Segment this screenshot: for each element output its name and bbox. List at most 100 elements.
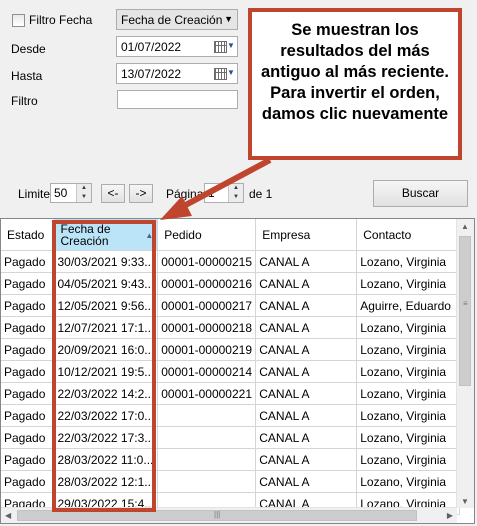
cell-pedido[interactable] [157,448,257,471]
calendar-dropdown-button[interactable]: ▼ [214,40,235,54]
horizontal-scrollbar[interactable]: ◀ ||| ▶ [1,507,457,523]
cell-contacto[interactable]: Lozano, Virginia [356,404,461,427]
column-header-pedido[interactable]: Pedido [157,219,257,251]
cell-contacto[interactable]: Lozano, Virginia [356,448,461,471]
limite-stepper[interactable]: 50 ▲ ▼ [50,183,92,203]
cell-fecha[interactable]: 22/03/2022 17:0... [54,404,159,427]
column-header-empresa[interactable]: Empresa [255,219,358,251]
cell-pedido[interactable] [157,404,257,427]
cell-contacto[interactable]: Lozano, Virginia [356,338,461,361]
cell-pedido[interactable]: 00001-00000214 [157,360,257,383]
vertical-scroll-thumb[interactable]: ≡ [459,236,471,386]
column-header-fecha-creacion[interactable]: Fecha de Creación ▲ [54,219,159,251]
pagina-stepper[interactable]: 1 ▲ ▼ [204,183,244,203]
table-row[interactable]: Pagado 12/07/2021 17:1... 00001-00000218 CA… [1,316,461,339]
column-header-estado[interactable]: Estado [1,219,55,251]
cell-contacto[interactable]: Lozano, Virginia [356,316,461,339]
cell-fecha[interactable]: 28/03/2022 12:1... [54,470,159,493]
cell-fecha[interactable]: 10/12/2021 19:5... [54,360,159,383]
filtro-input[interactable] [117,90,238,109]
filtro-fecha-checkbox[interactable] [12,14,25,27]
cell-empresa[interactable]: CANAL A [255,426,358,449]
cell-pedido[interactable]: 00001-00000217 [157,294,257,317]
desde-date-picker[interactable]: 01/07/2022 ▼ [116,36,238,57]
filtro-label: Filtro [11,94,38,108]
cell-empresa[interactable]: CANAL A [255,360,358,383]
cell-fecha[interactable]: 22/03/2022 14:2... [54,382,159,405]
prev-page-button[interactable]: <- [101,184,125,203]
cell-contacto[interactable]: Lozano, Virginia [356,470,461,493]
stepper-buttons[interactable]: ▲ ▼ [76,184,91,202]
cell-empresa[interactable]: CANAL A [255,272,358,295]
cell-contacto[interactable]: Lozano, Virginia [356,360,461,383]
calendar-dropdown-button[interactable]: ▼ [214,67,235,81]
cell-empresa[interactable]: CANAL A [255,448,358,471]
table-row[interactable]: Pagado 28/03/2022 12:1... CANAL A Lozano, V… [1,470,461,493]
table-row[interactable]: Pagado 10/12/2021 19:5... 00001-00000214 CA… [1,360,461,383]
grip-icon: ≡ [463,299,468,308]
cell-estado[interactable]: Pagado [1,316,55,339]
hasta-date-picker[interactable]: 13/07/2022 ▼ [116,63,238,84]
cell-estado[interactable]: Pagado [1,360,55,383]
cell-fecha[interactable]: 12/05/2021 9:56... [54,294,159,317]
cell-contacto[interactable]: Lozano, Virginia [356,272,461,295]
horizontal-scroll-thumb[interactable]: ||| [17,510,417,521]
chevron-down-icon[interactable]: ▼ [229,193,243,202]
cell-fecha[interactable]: 12/07/2021 17:1... [54,316,159,339]
cell-estado[interactable]: Pagado [1,470,55,493]
column-header-contacto[interactable]: Contacto [356,219,461,251]
cell-estado[interactable]: Pagado [1,250,55,273]
cell-estado[interactable]: Pagado [1,426,55,449]
cell-contacto[interactable]: Lozano, Virginia [356,426,461,449]
cell-estado[interactable]: Pagado [1,448,55,471]
table-row[interactable]: Pagado 28/03/2022 11:0... CANAL A Lozano, V… [1,448,461,471]
scroll-up-icon[interactable]: ▲ [461,222,469,231]
cell-pedido[interactable] [157,426,257,449]
cell-fecha[interactable]: 30/03/2021 9:33... [54,250,159,273]
scroll-right-icon[interactable]: ▶ [447,511,453,520]
cell-contacto[interactable]: Lozano, Virginia [356,250,461,273]
table-row[interactable]: Pagado 22/03/2022 17:0... CANAL A Lozano, V… [1,404,461,427]
scroll-down-icon[interactable]: ▼ [461,497,469,506]
table-row[interactable]: Pagado 22/03/2022 17:3... CANAL A Lozano, V… [1,426,461,449]
cell-estado[interactable]: Pagado [1,272,55,295]
cell-empresa[interactable]: CANAL A [255,382,358,405]
cell-estado[interactable]: Pagado [1,338,55,361]
stepper-buttons[interactable]: ▲ ▼ [228,184,243,202]
cell-empresa[interactable]: CANAL A [255,316,358,339]
vertical-scrollbar[interactable]: ▲ ≡ ▼ [456,219,474,508]
cell-fecha[interactable]: 22/03/2022 17:3... [54,426,159,449]
cell-contacto[interactable]: Aguirre, Eduardo [356,294,461,317]
cell-pedido[interactable]: 00001-00000219 [157,338,257,361]
cell-empresa[interactable]: CANAL A [255,338,358,361]
cell-pedido[interactable]: 00001-00000221 [157,382,257,405]
cell-pedido[interactable]: 00001-00000218 [157,316,257,339]
cell-pedido[interactable]: 00001-00000216 [157,272,257,295]
cell-empresa[interactable]: CANAL A [255,294,358,317]
chevron-down-icon[interactable]: ▼ [77,193,91,202]
next-page-button[interactable]: -> [129,184,153,203]
cell-estado[interactable]: Pagado [1,294,55,317]
cell-fecha[interactable]: 04/05/2021 9:43... [54,272,159,295]
table-row[interactable]: Pagado 12/05/2021 9:56... 00001-00000217 CA… [1,294,461,317]
cell-pedido[interactable] [157,470,257,493]
chevron-up-icon[interactable]: ▲ [77,184,91,193]
cell-estado[interactable]: Pagado [1,404,55,427]
cell-empresa[interactable]: CANAL A [255,470,358,493]
table-row[interactable]: Pagado 20/09/2021 16:0... 00001-00000219 CA… [1,338,461,361]
results-grid[interactable]: Estado Fecha de Creación ▲ Pedido Empres… [0,218,475,524]
cell-fecha[interactable]: 28/03/2022 11:0... [54,448,159,471]
table-row[interactable]: Pagado 22/03/2022 14:2... 00001-00000221 CA… [1,382,461,405]
table-row[interactable]: Pagado 04/05/2021 9:43... 00001-00000216 CA… [1,272,461,295]
fecha-type-dropdown[interactable]: Fecha de Creación ▼ [116,9,238,30]
chevron-up-icon[interactable]: ▲ [229,184,243,193]
cell-fecha[interactable]: 20/09/2021 16:0... [54,338,159,361]
cell-contacto[interactable]: Lozano, Virginia [356,382,461,405]
cell-pedido[interactable]: 00001-00000215 [157,250,257,273]
cell-empresa[interactable]: CANAL A [255,250,358,273]
scroll-left-icon[interactable]: ◀ [5,511,11,520]
buscar-button[interactable]: Buscar [373,180,468,207]
table-row[interactable]: Pagado 30/03/2021 9:33... 00001-00000215 CA… [1,250,461,273]
cell-estado[interactable]: Pagado [1,382,55,405]
cell-empresa[interactable]: CANAL A [255,404,358,427]
